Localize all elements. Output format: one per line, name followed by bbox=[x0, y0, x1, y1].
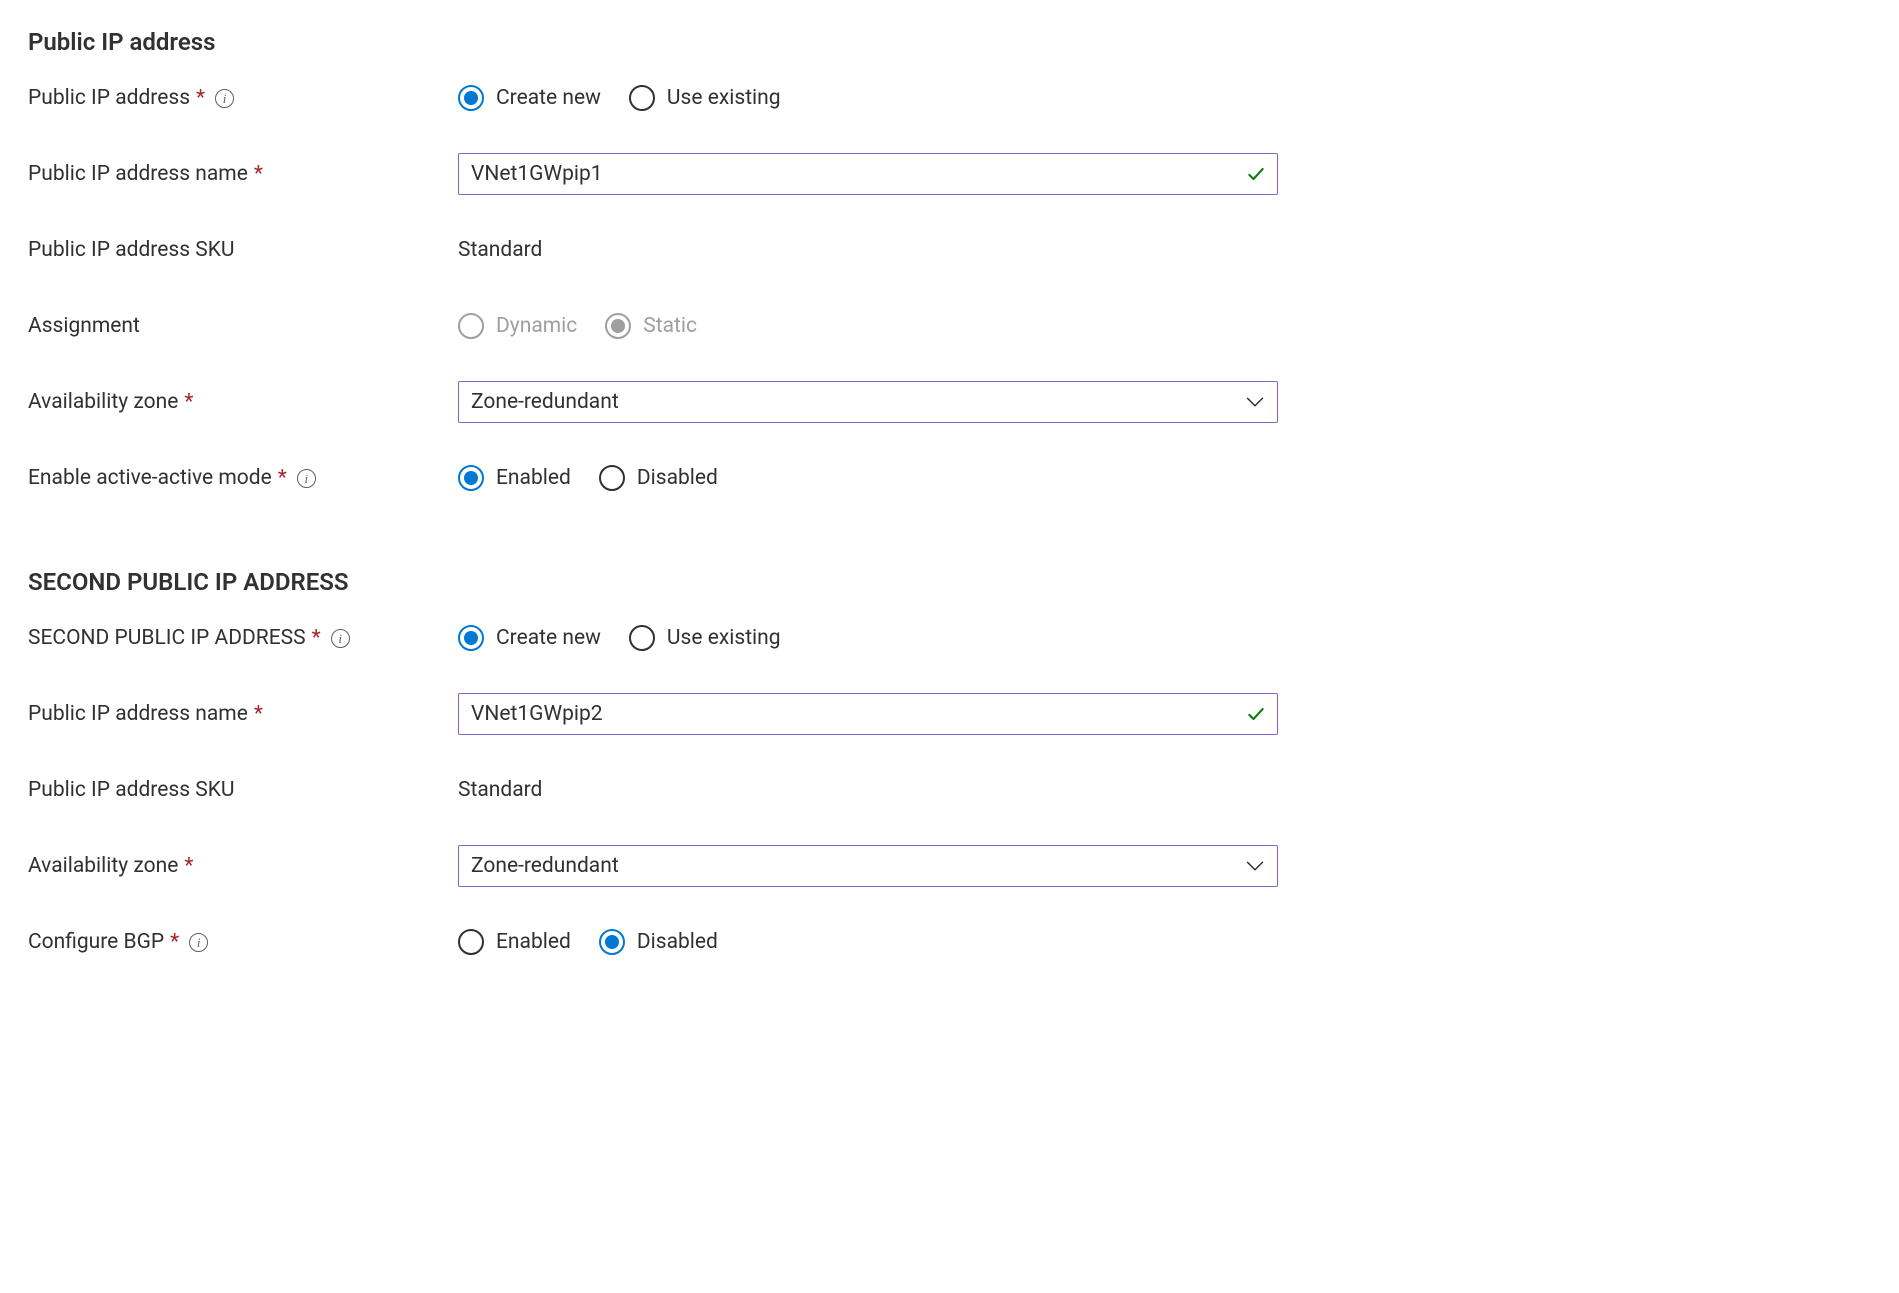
radio-group-public-ip-address: Create new Use existing bbox=[458, 85, 781, 111]
label-text-public-ip-sku-2: Public IP address SKU bbox=[28, 778, 235, 802]
label-configure-bgp: Configure BGP * bbox=[28, 930, 458, 954]
required-indicator: * bbox=[184, 390, 193, 414]
label-text-active-active: Enable active-active mode bbox=[28, 466, 272, 490]
value-public-ip-sku-2: Standard bbox=[458, 778, 542, 802]
info-icon[interactable] bbox=[331, 629, 350, 648]
row-active-active: Enable active-active mode * Enabled Disa… bbox=[28, 456, 1871, 500]
radio-group-assignment: Dynamic Static bbox=[458, 313, 697, 339]
info-icon[interactable] bbox=[297, 469, 316, 488]
label-assignment: Assignment bbox=[28, 314, 458, 338]
row-configure-bgp: Configure BGP * Enabled Disabled bbox=[28, 920, 1871, 964]
row-public-ip-name-1: Public IP address name * bbox=[28, 152, 1871, 196]
label-availability-zone-2: Availability zone * bbox=[28, 854, 458, 878]
label-public-ip-sku-2: Public IP address SKU bbox=[28, 778, 458, 802]
section-heading-public-ip: Public IP address bbox=[28, 28, 1871, 56]
radio-label-active-disabled: Disabled bbox=[637, 466, 718, 490]
info-icon[interactable] bbox=[189, 933, 208, 952]
select-availability-zone-1[interactable]: Zone-redundant bbox=[458, 381, 1278, 423]
label-text-configure-bgp: Configure BGP bbox=[28, 930, 164, 954]
radio-label-second-create-new: Create new bbox=[496, 626, 601, 650]
radio-label-bgp-enabled: Enabled bbox=[496, 930, 571, 954]
radio-group-active-active: Enabled Disabled bbox=[458, 465, 718, 491]
radio-label-second-use-existing: Use existing bbox=[667, 626, 781, 650]
label-text-availability-zone-1: Availability zone bbox=[28, 390, 178, 414]
radio-static: Static bbox=[605, 313, 697, 339]
required-indicator: * bbox=[278, 466, 287, 490]
radio-label-dynamic: Dynamic bbox=[496, 314, 577, 338]
input-public-ip-name-2[interactable] bbox=[458, 693, 1278, 735]
chevron-down-icon bbox=[1246, 860, 1264, 872]
radio-use-existing[interactable]: Use existing bbox=[629, 85, 781, 111]
select-value-availability-zone-2: Zone-redundant bbox=[471, 854, 619, 878]
radio-second-use-existing[interactable]: Use existing bbox=[629, 625, 781, 651]
select-availability-zone-2[interactable]: Zone-redundant bbox=[458, 845, 1278, 887]
label-active-active: Enable active-active mode * bbox=[28, 466, 458, 490]
required-indicator: * bbox=[184, 854, 193, 878]
label-text-public-ip-name-1: Public IP address name bbox=[28, 162, 248, 186]
row-public-ip-sku-2: Public IP address SKU Standard bbox=[28, 768, 1871, 812]
radio-group-configure-bgp: Enabled Disabled bbox=[458, 929, 718, 955]
radio-create-new[interactable]: Create new bbox=[458, 85, 601, 111]
label-text-public-ip-sku-1: Public IP address SKU bbox=[28, 238, 235, 262]
section-heading-second-public-ip: SECOND PUBLIC IP ADDRESS bbox=[28, 568, 1871, 596]
radio-label-active-enabled: Enabled bbox=[496, 466, 571, 490]
input-public-ip-name-1[interactable] bbox=[458, 153, 1278, 195]
required-indicator: * bbox=[254, 162, 263, 186]
label-text-public-ip-name-2: Public IP address name bbox=[28, 702, 248, 726]
label-text-assignment: Assignment bbox=[28, 314, 140, 338]
row-availability-zone-1: Availability zone * Zone-redundant bbox=[28, 380, 1871, 424]
required-indicator: * bbox=[312, 626, 321, 650]
checkmark-icon bbox=[1246, 704, 1266, 724]
required-indicator: * bbox=[196, 86, 205, 110]
label-text-second-public-ip-address: SECOND PUBLIC IP ADDRESS bbox=[28, 626, 306, 650]
info-icon[interactable] bbox=[215, 89, 234, 108]
checkmark-icon bbox=[1246, 164, 1266, 184]
label-public-ip-sku-1: Public IP address SKU bbox=[28, 238, 458, 262]
row-second-public-ip-address: SECOND PUBLIC IP ADDRESS * Create new Us… bbox=[28, 616, 1871, 660]
row-assignment: Assignment Dynamic Static bbox=[28, 304, 1871, 348]
row-availability-zone-2: Availability zone * Zone-redundant bbox=[28, 844, 1871, 888]
radio-second-create-new[interactable]: Create new bbox=[458, 625, 601, 651]
value-public-ip-sku-1: Standard bbox=[458, 238, 542, 262]
radio-bgp-enabled[interactable]: Enabled bbox=[458, 929, 571, 955]
label-public-ip-name-2: Public IP address name * bbox=[28, 702, 458, 726]
row-public-ip-address: Public IP address * Create new Use exist… bbox=[28, 76, 1871, 120]
label-text-public-ip-address: Public IP address bbox=[28, 86, 190, 110]
radio-label-create-new: Create new bbox=[496, 86, 601, 110]
row-public-ip-sku-1: Public IP address SKU Standard bbox=[28, 228, 1871, 272]
label-public-ip-name-1: Public IP address name * bbox=[28, 162, 458, 186]
radio-active-disabled[interactable]: Disabled bbox=[599, 465, 718, 491]
required-indicator: * bbox=[170, 930, 179, 954]
radio-group-second-public-ip: Create new Use existing bbox=[458, 625, 781, 651]
select-value-availability-zone-1: Zone-redundant bbox=[471, 390, 619, 414]
chevron-down-icon bbox=[1246, 396, 1264, 408]
label-public-ip-address: Public IP address * bbox=[28, 86, 458, 110]
label-availability-zone-1: Availability zone * bbox=[28, 390, 458, 414]
radio-dynamic: Dynamic bbox=[458, 313, 577, 339]
row-public-ip-name-2: Public IP address name * bbox=[28, 692, 1871, 736]
radio-active-enabled[interactable]: Enabled bbox=[458, 465, 571, 491]
radio-label-bgp-disabled: Disabled bbox=[637, 930, 718, 954]
required-indicator: * bbox=[254, 702, 263, 726]
label-text-availability-zone-2: Availability zone bbox=[28, 854, 178, 878]
label-second-public-ip-address: SECOND PUBLIC IP ADDRESS * bbox=[28, 626, 458, 650]
radio-label-use-existing: Use existing bbox=[667, 86, 781, 110]
radio-label-static: Static bbox=[643, 314, 697, 338]
radio-bgp-disabled[interactable]: Disabled bbox=[599, 929, 718, 955]
